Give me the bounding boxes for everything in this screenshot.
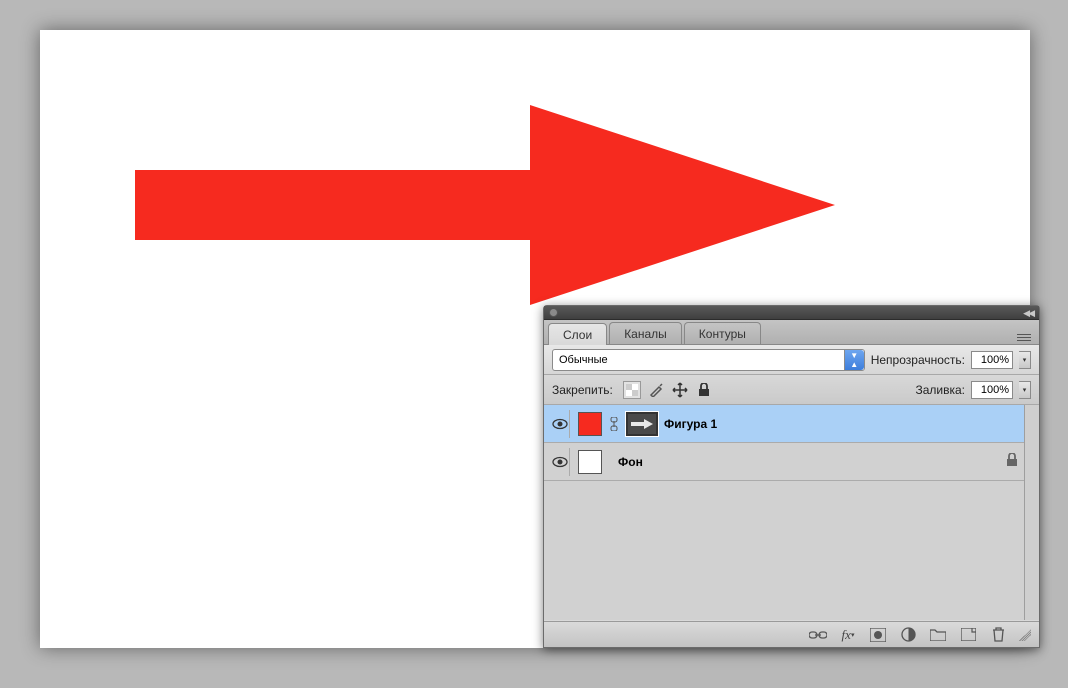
- new-layer-icon[interactable]: [959, 626, 977, 644]
- tab-label: Каналы: [624, 327, 667, 341]
- visibility-toggle[interactable]: [550, 448, 570, 476]
- layer-thumbnail[interactable]: [578, 450, 602, 474]
- fill-label: Заливка:: [915, 383, 965, 397]
- options-row-2: Закрепить: Заливка: 100% ▾: [544, 375, 1039, 405]
- lock-pixels-icon[interactable]: [647, 381, 665, 399]
- blend-mode-select[interactable]: Обычные ▼▲: [552, 349, 865, 371]
- opacity-value: 100%: [981, 354, 1009, 366]
- layer-thumbnail[interactable]: [578, 412, 602, 436]
- fill-input[interactable]: 100%: [971, 381, 1013, 399]
- vector-mask-thumbnail[interactable]: [626, 412, 658, 436]
- layer-name[interactable]: Фигура 1: [664, 417, 717, 431]
- chevron-down-icon[interactable]: ▾: [1019, 381, 1031, 399]
- panel-titlebar[interactable]: ◀◀: [544, 306, 1039, 320]
- layers-panel: ◀◀ Слои Каналы Контуры Обычные ▼▲ Непроз…: [543, 305, 1040, 648]
- lock-transparency-icon[interactable]: [623, 381, 641, 399]
- close-icon[interactable]: [549, 308, 558, 317]
- trash-icon[interactable]: [989, 626, 1007, 644]
- layer-row[interactable]: Фигура 1: [544, 405, 1024, 443]
- tab-paths[interactable]: Контуры: [684, 322, 761, 344]
- panel-tabs: Слои Каналы Контуры: [544, 320, 1039, 345]
- lock-position-icon[interactable]: [671, 381, 689, 399]
- visibility-toggle[interactable]: [550, 410, 570, 438]
- panel-footer: fx▾: [544, 621, 1039, 647]
- layer-name[interactable]: Фон: [618, 455, 643, 469]
- lock-all-icon[interactable]: [695, 381, 713, 399]
- link-layers-icon[interactable]: [809, 626, 827, 644]
- resize-handle[interactable]: [1019, 629, 1031, 641]
- fill-value: 100%: [981, 384, 1009, 396]
- collapse-icon[interactable]: ◀◀: [1023, 308, 1033, 319]
- opacity-input[interactable]: 100%: [971, 351, 1013, 369]
- link-icon[interactable]: [608, 417, 620, 431]
- mask-icon[interactable]: [869, 626, 887, 644]
- opacity-label: Непрозрачность:: [871, 353, 965, 367]
- layers-list: Фигура 1 Фон: [544, 405, 1039, 620]
- adjustment-icon[interactable]: [899, 626, 917, 644]
- fx-icon[interactable]: fx▾: [839, 626, 857, 644]
- tab-label: Слои: [563, 328, 592, 342]
- options-row-1: Обычные ▼▲ Непрозрачность: 100% ▾: [544, 345, 1039, 375]
- lock-label: Закрепить:: [552, 383, 613, 397]
- tab-channels[interactable]: Каналы: [609, 322, 682, 344]
- tab-layers[interactable]: Слои: [548, 323, 607, 345]
- arrow-shape[interactable]: [135, 105, 835, 305]
- chevron-down-icon[interactable]: ▾: [1019, 351, 1031, 369]
- blend-mode-value: Обычные: [559, 354, 608, 366]
- group-icon[interactable]: [929, 626, 947, 644]
- layer-row[interactable]: Фон: [544, 443, 1024, 481]
- tab-label: Контуры: [699, 327, 746, 341]
- panel-menu-icon[interactable]: [1017, 330, 1031, 344]
- scrollbar[interactable]: [1024, 405, 1039, 620]
- chevron-down-icon: ▼▲: [844, 350, 864, 370]
- lock-icon: [1006, 453, 1018, 470]
